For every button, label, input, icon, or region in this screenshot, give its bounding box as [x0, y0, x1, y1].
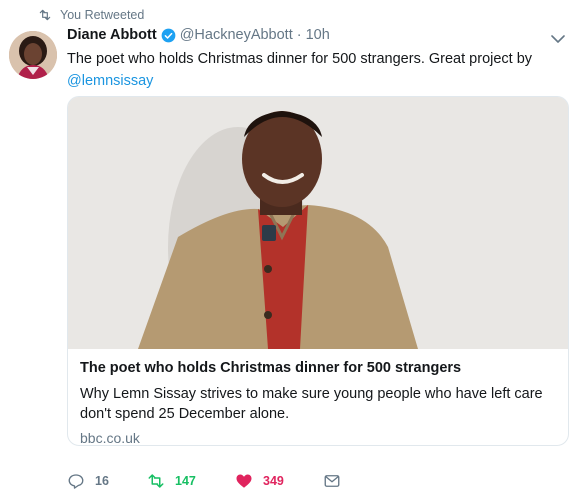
reply-icon	[68, 474, 84, 489]
retweet-context: You Retweeted	[38, 8, 144, 22]
tweet-body: The poet who holds Christmas dinner for …	[67, 51, 533, 67]
tweet-header: Diane Abbott @HackneyAbbott · 10h	[67, 27, 567, 43]
reply-button[interactable]: 16	[67, 472, 147, 490]
like-button[interactable]: 349	[235, 472, 323, 490]
retweet-button[interactable]: 147	[147, 472, 235, 490]
tweet-timestamp[interactable]: 10h	[306, 27, 330, 43]
heart-icon	[236, 474, 252, 488]
avatar-image	[9, 31, 57, 79]
avatar[interactable]	[9, 31, 57, 79]
author-handle[interactable]: @HackneyAbbott	[180, 27, 293, 43]
retweet-label: You Retweeted	[60, 8, 145, 22]
card-body: The poet who holds Christmas dinner for …	[68, 349, 568, 446]
retweet-count: 147	[175, 474, 196, 488]
retweet-icon	[148, 474, 164, 488]
envelope-icon	[324, 475, 340, 487]
author-name[interactable]: Diane Abbott	[67, 27, 157, 43]
link-card[interactable]: The poet who holds Christmas dinner for …	[67, 96, 569, 446]
like-count: 349	[263, 474, 284, 488]
card-image	[68, 97, 568, 349]
retweet-icon	[39, 9, 51, 21]
verified-badge-icon	[161, 28, 176, 42]
chevron-down-icon[interactable]	[551, 34, 565, 44]
mention-link[interactable]: @lemnsissay	[67, 73, 153, 89]
card-domain: bbc.co.uk	[80, 430, 140, 446]
tweet-actions: 16 147 349	[67, 472, 351, 490]
direct-message-button[interactable]	[323, 472, 351, 490]
tweet-text: The poet who holds Christmas dinner for …	[67, 48, 557, 92]
card-description: Why Lemn Sissay strives to make sure you…	[80, 386, 543, 422]
separator-dot: ·	[296, 27, 302, 43]
reply-count: 16	[95, 474, 109, 488]
card-title: The poet who holds Christmas dinner for …	[80, 360, 462, 376]
